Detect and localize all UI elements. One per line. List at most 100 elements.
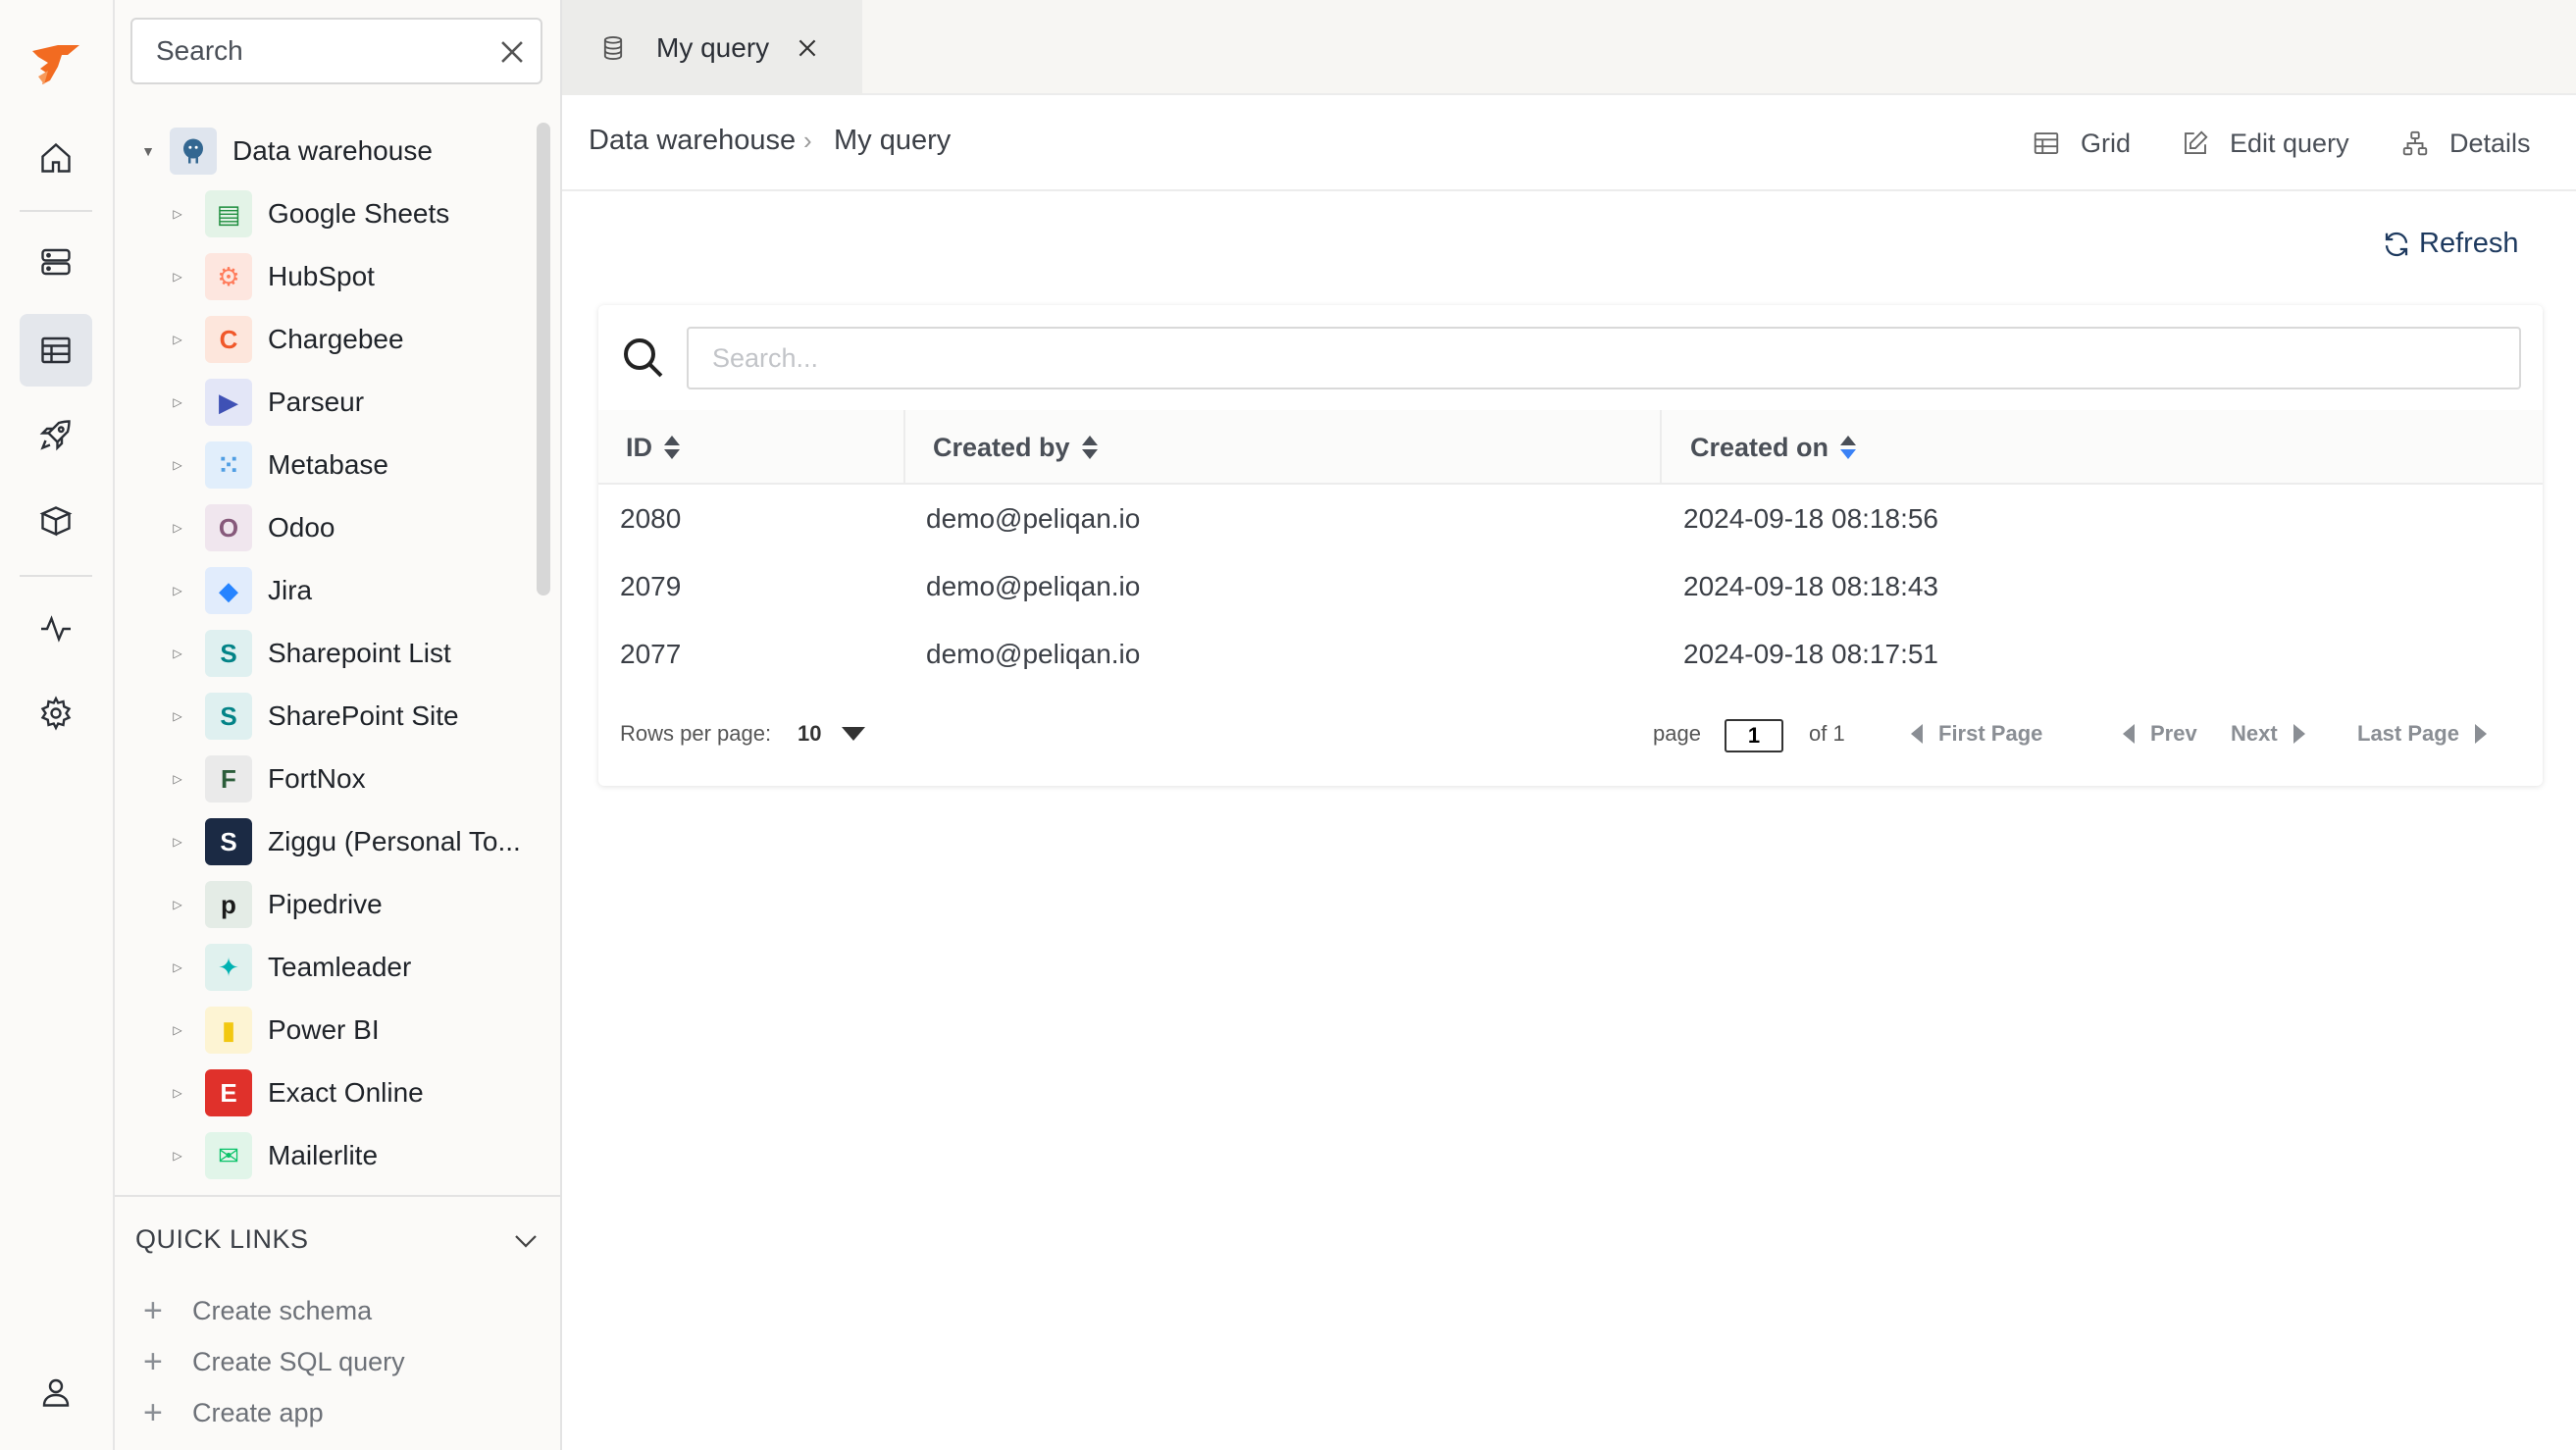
quick-links-title: QUICK LINKS [135, 1224, 309, 1254]
tree-item-label: Odoo [268, 512, 335, 543]
table-row[interactable]: 2079 demo@peliqan.io 2024-09-18 08:18:43 [598, 552, 2543, 620]
column-header-created-on[interactable]: Created on [1690, 410, 1857, 485]
tree-item-label: SharePoint Site [268, 700, 459, 731]
caret-right-icon[interactable]: ▷ [166, 1086, 189, 1100]
caret-right-icon[interactable]: ▷ [166, 1023, 189, 1037]
caret-right-icon[interactable]: ▷ [166, 207, 189, 221]
caret-right-icon[interactable]: ▷ [166, 270, 189, 284]
tab-my-query[interactable]: My query [562, 0, 862, 95]
details-label: Details [2449, 128, 2531, 158]
caret-right-icon[interactable]: ▷ [166, 1149, 189, 1163]
last-page-button[interactable]: Last Page [2357, 721, 2487, 747]
rows-per-page-select[interactable]: 10 [798, 721, 821, 747]
table-search-input[interactable] [687, 327, 2521, 389]
tree-item[interactable]: ▷ ✦ Teamleader [166, 938, 411, 997]
tree-item[interactable]: ▷ ▮ Power BI [166, 1001, 380, 1060]
tree-item[interactable]: ▷ ⁙ Metabase [166, 436, 388, 494]
create-schema-link[interactable]: + Create schema [143, 1291, 372, 1330]
caret-down-icon[interactable]: ▼ [136, 143, 160, 159]
caret-right-icon[interactable]: ▷ [166, 333, 189, 346]
create-app-link[interactable]: + Create app [143, 1393, 324, 1432]
tree-item[interactable]: ▷ p Pipedrive [166, 875, 383, 934]
create-sql-query-link[interactable]: + Create SQL query [143, 1342, 405, 1381]
box-icon[interactable] [20, 485, 92, 557]
refresh-button[interactable]: Refresh [2382, 228, 2519, 260]
caret-right-icon[interactable]: ▷ [166, 709, 189, 723]
sidebar-search-value: Search [156, 35, 243, 66]
table-row[interactable]: 2080 demo@peliqan.io 2024-09-18 08:18:56 [598, 485, 2543, 552]
tree-item[interactable]: ▷ F FortNox [166, 750, 366, 808]
edit-icon [2185, 130, 2208, 154]
page-input[interactable] [1725, 719, 1783, 752]
rocket-icon[interactable] [20, 398, 92, 471]
sort-icon[interactable] [1081, 436, 1098, 459]
ziggu-icon: S [205, 818, 252, 865]
breadcrumb-root[interactable]: Data warehouse [589, 125, 796, 157]
activity-icon[interactable] [20, 593, 92, 665]
next-page-button[interactable]: Next [2231, 721, 2305, 747]
close-icon[interactable] [795, 35, 820, 61]
caret-right-icon[interactable]: ▷ [166, 772, 189, 786]
tree-item[interactable]: ▷ S Ziggu (Personal To... [166, 812, 521, 871]
cell-id: 2077 [620, 638, 682, 669]
tree-item-label: Pipedrive [268, 889, 383, 919]
quick-link-label: Create schema [192, 1295, 373, 1325]
column-header-id[interactable]: ID [626, 410, 680, 485]
cell-created-on: 2024-09-18 08:18:43 [1683, 570, 1938, 601]
sidebar-search-input[interactable]: Search [130, 18, 542, 84]
caret-right-icon[interactable]: ▷ [166, 898, 189, 911]
sort-icon[interactable] [664, 436, 680, 459]
column-header-label: Created on [1690, 432, 1829, 462]
results-card: ID Created by Created on 2080 demo@peliq… [598, 305, 2543, 786]
last-page-label: Last Page [2357, 721, 2459, 746]
grid-button[interactable]: Grid [2032, 119, 2131, 168]
pipedrive-icon: p [205, 881, 252, 928]
first-page-button[interactable]: First Page [1911, 721, 2042, 747]
sort-icon-active[interactable] [1840, 436, 1857, 459]
pagination: Rows per page: 10 page of 1 First Page P… [598, 698, 2543, 766]
close-icon[interactable] [495, 35, 529, 69]
hierarchy-icon [2402, 130, 2428, 156]
tree-item[interactable]: ▷ ▤ Google Sheets [166, 184, 449, 243]
caret-right-icon[interactable]: ▷ [166, 960, 189, 974]
home-icon[interactable] [20, 122, 92, 194]
caret-right-icon[interactable]: ▷ [166, 647, 189, 660]
tree-item[interactable]: ▷ S SharePoint Site [166, 687, 459, 746]
logo-icon[interactable] [20, 29, 92, 102]
tree-item[interactable]: ▷ ⚙ HubSpot [166, 247, 375, 306]
caret-right-icon[interactable]: ▷ [166, 458, 189, 472]
prev-page-button[interactable]: Prev [2123, 721, 2197, 747]
sidebar-scrollbar[interactable] [537, 123, 550, 596]
server-icon[interactable] [20, 226, 92, 298]
chevron-down-icon[interactable] [511, 1226, 541, 1256]
caret-right-icon[interactable]: ▷ [166, 521, 189, 535]
tree-item[interactable]: ▷ C Chargebee [166, 310, 404, 369]
first-page-label: First Page [1938, 721, 2043, 746]
tree-item[interactable]: ▷ O Odoo [166, 498, 335, 557]
caret-right-icon[interactable]: ▷ [166, 584, 189, 597]
grid-icon [2034, 132, 2059, 154]
column-header-created-by[interactable]: Created by [933, 410, 1098, 485]
user-icon[interactable] [20, 1356, 92, 1428]
tree-item-label: Exact Online [268, 1077, 424, 1108]
search-icon [624, 338, 663, 378]
tree-item-data-warehouse[interactable]: ▼ Data warehouse [136, 122, 433, 181]
caret-down-icon[interactable] [842, 727, 865, 741]
powerbi-icon: ▮ [205, 1007, 252, 1054]
chargebee-icon: C [205, 316, 252, 363]
caret-right-icon[interactable]: ▷ [166, 835, 189, 849]
details-button[interactable]: Details [2400, 119, 2531, 168]
cell-created-by: demo@peliqan.io [926, 638, 1141, 669]
tree-item[interactable]: ▷ S Sharepoint List [166, 624, 451, 683]
tree-item-label: Data warehouse [232, 135, 433, 166]
teamleader-icon: ✦ [205, 944, 252, 991]
gear-icon[interactable] [20, 677, 92, 750]
tree-item[interactable]: ▷ ▶ Parseur [166, 373, 364, 432]
caret-right-icon[interactable]: ▷ [166, 395, 189, 409]
tree-item[interactable]: ▷ E Exact Online [166, 1063, 424, 1122]
table-icon[interactable] [20, 314, 92, 387]
tree-item[interactable]: ▷ ✉ Mailerlite [166, 1126, 378, 1185]
edit-query-button[interactable]: Edit query [2181, 119, 2349, 168]
table-row[interactable]: 2077 demo@peliqan.io 2024-09-18 08:17:51 [598, 620, 2543, 688]
tree-item[interactable]: ▷ ◆ Jira [166, 561, 312, 620]
